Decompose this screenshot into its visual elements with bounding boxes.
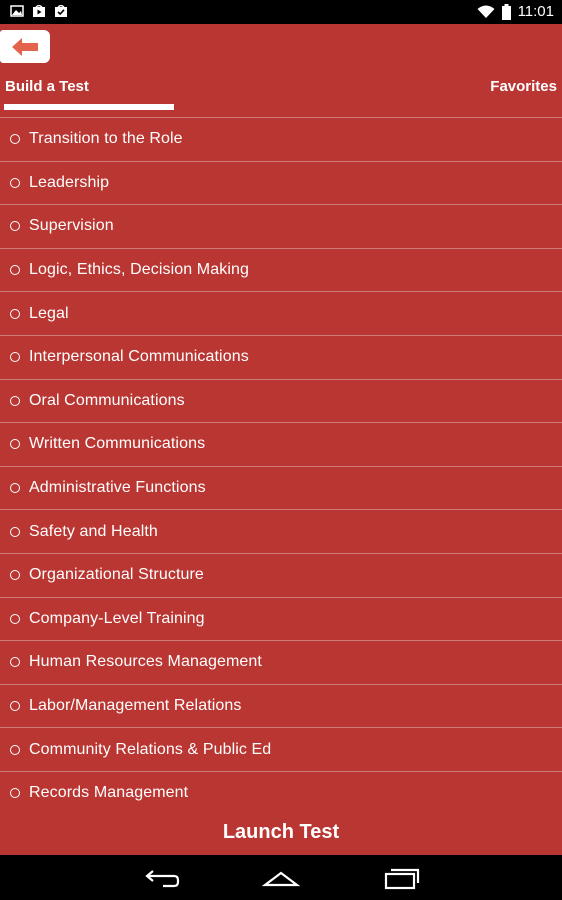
radio-button[interactable] [10, 439, 20, 450]
topic-item-records-management[interactable]: Records Management [0, 770, 562, 815]
download-icon [55, 4, 67, 17]
tab-bar: Build a Test Favorites [0, 76, 562, 116]
topic-label: Oral Communications [29, 391, 185, 409]
topic-item-company-level-training[interactable]: Company-Level Training [0, 596, 562, 641]
radio-button[interactable] [10, 308, 20, 319]
topic-label: Administrative Functions [29, 479, 206, 497]
topic-label: Safety and Health [29, 522, 158, 540]
topic-label: Written Communications [29, 435, 206, 453]
topic-item-transition-to-the-role[interactable]: Transition to the Role [0, 117, 562, 161]
topic-label: Records Management [29, 784, 189, 802]
recents-nav-icon[interactable] [382, 865, 422, 891]
topic-item-leadership[interactable]: Leadership [0, 160, 562, 205]
radio-button[interactable] [10, 265, 20, 276]
radio-button[interactable] [10, 352, 20, 363]
radio-button[interactable] [10, 395, 20, 406]
topic-label: Supervision [29, 217, 114, 235]
topic-item-logic-ethics-decision-making[interactable]: Logic, Ethics, Decision Making [0, 247, 562, 292]
topic-item-written-communications[interactable]: Written Communications [0, 422, 562, 466]
topic-label: Interpersonal Communications [29, 348, 249, 366]
arrow-left-icon [12, 37, 38, 56]
topic-label: Organizational Structure [29, 566, 204, 584]
battery-icon [501, 3, 511, 20]
wifi-icon [477, 5, 495, 18]
tab-selected-indicator [4, 104, 174, 110]
radio-button[interactable] [10, 744, 20, 755]
topic-item-oral-communications[interactable]: Oral Communications [0, 378, 562, 423]
topic-item-labor-management-relations[interactable]: Labor/Management Relations [0, 683, 562, 728]
radio-button[interactable] [10, 788, 20, 799]
tab-favorites[interactable]: Favorites [490, 78, 557, 95]
topic-item-legal[interactable]: Legal [0, 291, 562, 335]
radio-button[interactable] [10, 613, 20, 624]
topic-item-organizational-structure[interactable]: Organizational Structure [0, 552, 562, 597]
radio-button[interactable] [10, 570, 20, 581]
topic-item-human-resources-management[interactable]: Human Resources Management [0, 640, 562, 684]
topic-label: Company-Level Training [29, 609, 205, 627]
topic-item-interpersonal-communications[interactable]: Interpersonal Communications [0, 334, 562, 379]
topic-label: Leadership [29, 173, 110, 191]
navigation-bar [0, 855, 562, 900]
topic-label: Labor/Management Relations [29, 697, 242, 715]
topic-label: Logic, Ethics, Decision Making [29, 261, 249, 279]
topic-label: Human Resources Management [29, 653, 262, 671]
radio-button[interactable] [10, 701, 20, 712]
radio-button[interactable] [10, 221, 20, 232]
home-nav-icon[interactable] [261, 865, 301, 891]
notification-icons [10, 4, 68, 18]
launch-test-button[interactable]: Launch Test [0, 812, 562, 852]
gallery-icon [10, 5, 24, 17]
back-nav-icon[interactable] [141, 865, 181, 891]
system-status: 11:01 [477, 3, 554, 20]
topic-item-supervision[interactable]: Supervision [0, 204, 562, 248]
topic-item-community-relations-public-ed[interactable]: Community Relations & Public Ed [0, 727, 562, 771]
topic-list: Transition to the Role Leadership Superv… [0, 117, 562, 815]
radio-button[interactable] [10, 657, 20, 668]
tab-build-a-test[interactable]: Build a Test [5, 78, 89, 95]
radio-button[interactable] [10, 526, 20, 537]
radio-button[interactable] [10, 134, 20, 145]
topic-item-administrative-functions[interactable]: Administrative Functions [0, 465, 562, 510]
topic-label: Community Relations & Public Ed [29, 740, 272, 758]
topic-label: Transition to the Role [29, 130, 183, 148]
radio-button[interactable] [10, 483, 20, 494]
back-button[interactable] [0, 30, 50, 63]
clock: 11:01 [517, 3, 554, 20]
radio-button[interactable] [10, 177, 20, 188]
play-store-icon [33, 4, 45, 17]
topic-label: Legal [29, 304, 69, 322]
status-bar: 11:01 [0, 0, 562, 24]
topic-item-safety-and-health[interactable]: Safety and Health [0, 509, 562, 553]
